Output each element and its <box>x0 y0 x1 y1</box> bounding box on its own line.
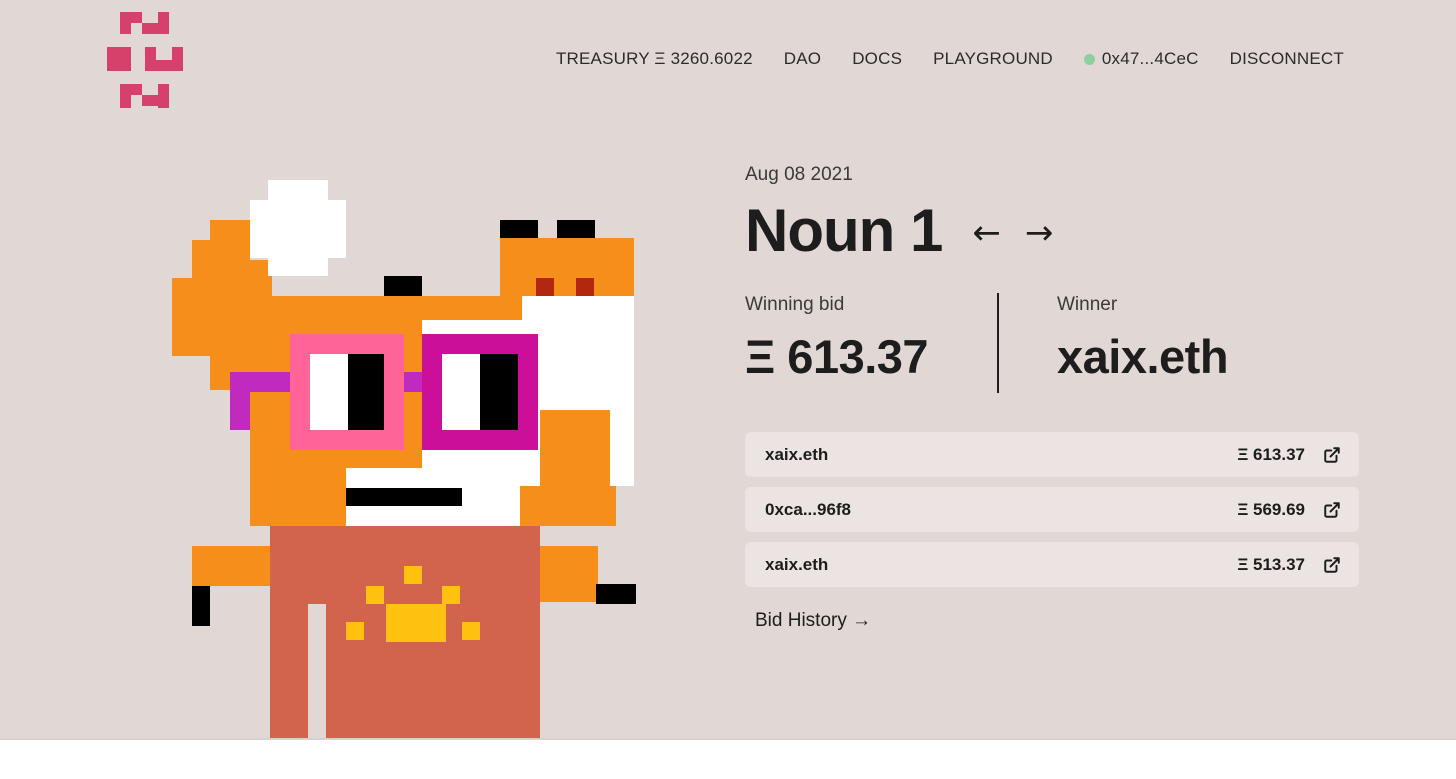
wallet-address[interactable]: 0x47...4CeC <box>1083 49 1199 69</box>
docs-link[interactable]: DOCS <box>852 49 902 69</box>
external-link-icon[interactable] <box>1323 556 1341 574</box>
disconnect-link[interactable]: DISCONNECT <box>1230 49 1344 69</box>
page-footer-edge <box>0 738 1456 779</box>
list-item: xaix.eth Ξ 613.37 <box>745 432 1359 477</box>
page-title: Noun 1 <box>745 197 943 264</box>
bid-list: xaix.eth Ξ 613.37 0xca...96f8 Ξ 569.69 x… <box>745 432 1359 597</box>
treasury-link[interactable]: TREASURY Ξ 3260.6022 <box>556 49 753 69</box>
bidder-name: 0xca...96f8 <box>765 499 852 519</box>
external-link-icon[interactable] <box>1323 501 1341 519</box>
divider <box>997 293 999 393</box>
winning-bid-value: Ξ 613.37 <box>745 330 929 383</box>
winner-label: Winner <box>1057 294 1118 315</box>
list-item: 0xca...96f8 Ξ 569.69 <box>745 487 1359 532</box>
bidder-name: xaix.eth <box>765 554 829 574</box>
winning-bid-label: Winning bid <box>745 294 845 315</box>
top-nav: TREASURY Ξ 3260.6022 DAO DOCS PLAYGROUND… <box>556 49 1344 69</box>
wallet-address-label: 0x47...4CeC <box>1101 49 1199 68</box>
bid-amount: Ξ 569.69 <box>1237 499 1305 519</box>
arrow-left-icon[interactable]: ← <box>972 216 1001 250</box>
external-link-icon[interactable] <box>1323 446 1341 464</box>
bid-history-link[interactable]: Bid History → <box>755 610 871 632</box>
list-item: xaix.eth Ξ 513.37 <box>745 542 1359 587</box>
bid-amount: Ξ 613.37 <box>1237 444 1305 464</box>
winner-value: xaix.eth <box>1057 330 1229 383</box>
status-dot-icon <box>1083 53 1095 65</box>
nouns-logo-icon[interactable] <box>105 10 185 110</box>
dao-link[interactable]: DAO <box>784 49 821 69</box>
bid-amount: Ξ 513.37 <box>1237 554 1305 574</box>
noun-image <box>172 180 636 738</box>
bidder-name: xaix.eth <box>765 444 829 464</box>
arrow-right-icon[interactable]: → <box>1025 216 1054 250</box>
auction-date: Aug 08 2021 <box>745 164 853 185</box>
playground-link[interactable]: PLAYGROUND <box>933 49 1053 69</box>
auction-title-row: Noun 1 ← → <box>745 196 1053 265</box>
